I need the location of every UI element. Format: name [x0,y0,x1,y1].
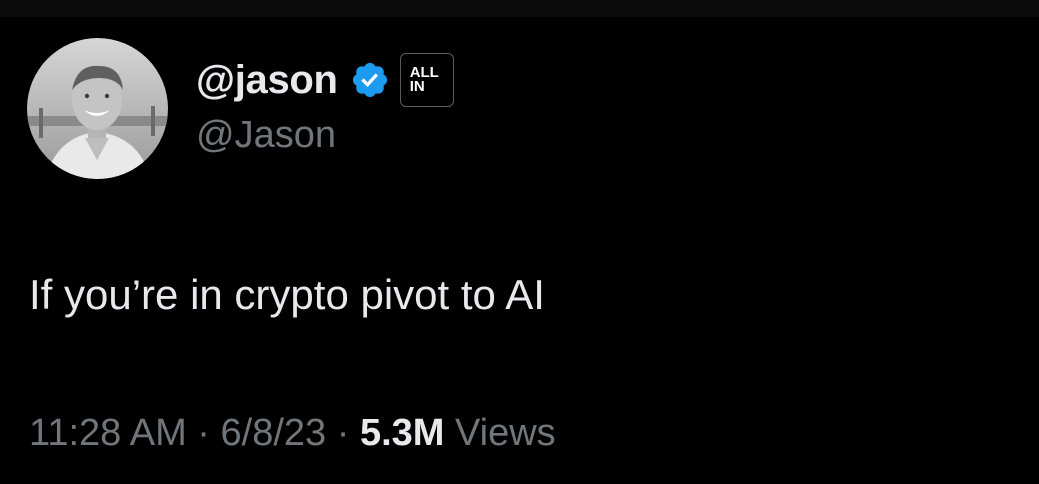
views-label: Views [444,412,556,454]
author-block: @jason ALL IN @Jason [196,53,454,157]
views-count[interactable]: 5.3M [360,412,444,454]
tweet-date[interactable]: 6/8/23 [221,412,327,454]
top-strip [0,0,1039,17]
affiliate-badge-line2: IN [409,78,425,95]
meta-separator: · [326,412,360,454]
display-name[interactable]: @jason [196,57,338,103]
avatar[interactable] [27,38,168,179]
tweet-meta: 11:28 AM · 6/8/23 · 5.3M Views [29,410,556,456]
verified-badge-icon[interactable] [350,60,390,100]
meta-separator: · [186,412,221,454]
affiliate-badge[interactable]: ALL IN [399,53,454,107]
tweet-card[interactable]: @jason ALL IN @Jason If you’re in crypto… [0,17,1039,484]
user-handle[interactable]: @Jason [196,113,454,157]
tweet-text: If you’re in crypto pivot to AI [29,271,545,318]
name-row: @jason ALL IN [196,53,454,107]
avatar-photo [27,38,168,179]
tweet-time[interactable]: 11:28 AM [29,412,187,454]
